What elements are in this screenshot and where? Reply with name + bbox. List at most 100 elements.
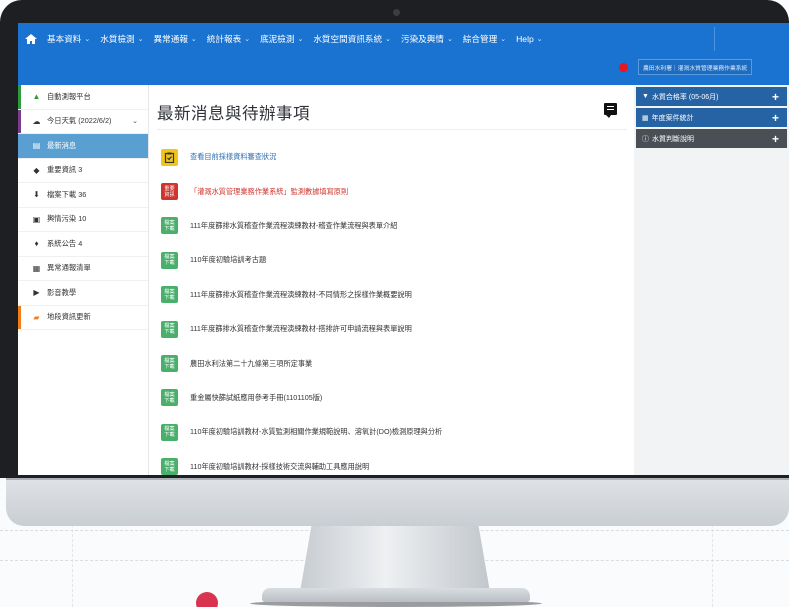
app-screen: 基本資料 ⌄ 水質檢測 ⌄ 異常通報 ⌄ 統計報表 ⌄ 底泥檢測 ⌄ 水質空間資訊系統 ⌄ …: [18, 23, 789, 475]
chevron-down-icon: ⌄: [297, 36, 304, 43]
sidebar-item-video[interactable]: ▶ 影音教學: [18, 281, 148, 306]
menu-help[interactable]: Help ⌄: [511, 34, 548, 44]
menu-basic-data[interactable]: 基本資料 ⌄: [42, 33, 95, 45]
news-link[interactable]: 查看目前採樣資料審查狀況: [190, 152, 276, 162]
news-item[interactable]: 重要 資訊 「灌溉水質管理業務作業系統」監測數據填寫原則: [161, 174, 631, 208]
download-badge: 檔案 下載: [161, 389, 178, 407]
org-badge[interactable]: 農田水利署｜灌溉水質管理業務作業系統: [638, 59, 753, 75]
menu-anomaly-report[interactable]: 異常通報 ⌄: [149, 33, 202, 45]
tag-icon: ◆: [33, 165, 40, 175]
news-list: 查看目前採樣資料審查狀況 重要 資訊 「灌溉水質管理業務作業系統」監測數據填寫原則…: [161, 140, 631, 475]
main-content: 最新消息與待辦事項 查看目前採樣資料審查狀況 重要 資訊 「灌溉水質管理業務作業系…: [149, 85, 634, 475]
news-item[interactable]: 檔案 下載 111年度篩排水質稽查作業流程演練教材-不同情形之採樣作業概要說明: [161, 278, 631, 312]
news-link[interactable]: 110年度初驗培訓教材-水質監測相關作業規範說明、溶氧計(DO)檢測原理與分析: [190, 427, 442, 437]
device-mockup: 基本資料 ⌄ 水質檢測 ⌄ 異常通報 ⌄ 統計報表 ⌄ 底泥檢測 ⌄ 水質空間資訊系統 ⌄ …: [0, 0, 789, 607]
download-badge: 檔案 下載: [161, 217, 178, 235]
download-badge: 檔案 下載: [161, 355, 178, 373]
monitor-stand: [300, 526, 490, 592]
sidebar-accent: [18, 305, 21, 329]
video-icon: ▶: [33, 288, 40, 298]
chin-divider: [6, 478, 789, 480]
camera-dot: [393, 9, 400, 16]
notification-dot[interactable]: [619, 63, 628, 72]
news-item[interactable]: 檔案 下載 111年度篩排水質稽查作業流程演練教材-搭排許可申請流程與表單說明: [161, 312, 631, 346]
sidebar-item-news[interactable]: ▤ 最新消息: [18, 134, 148, 159]
decorative-circle: [196, 592, 218, 607]
calendar-icon: ▦: [32, 263, 41, 273]
sidebar-item-downloads[interactable]: ⬇ 檔案下載 36: [18, 183, 148, 208]
top-navbar: 基本資料 ⌄ 水質檢測 ⌄ 異常通報 ⌄ 統計報表 ⌄ 底泥檢測 ⌄ 水質空間資訊系統 ⌄ …: [18, 23, 789, 85]
sidebar-item-public-opinion[interactable]: ▣ 輿情污染 10: [18, 208, 148, 232]
title-divider: [157, 129, 627, 130]
news-item[interactable]: 檔案 下載 農田水利法第二十九條第三項所定事業: [161, 346, 631, 380]
chevron-down-icon: ⌄: [137, 36, 144, 43]
plus-icon[interactable]: +: [772, 132, 779, 146]
menu-statistics[interactable]: 統計報表 ⌄: [202, 33, 255, 45]
chevron-down-icon: ⌄: [132, 118, 138, 126]
table-icon: ▦: [642, 114, 649, 122]
chevron-down-icon: ⌄: [446, 36, 453, 43]
main-menu: 基本資料 ⌄ 水質檢測 ⌄ 異常通報 ⌄ 統計報表 ⌄ 底泥檢測 ⌄ 水質空間資訊系統 ⌄ …: [18, 23, 548, 55]
download-badge: 檔案 下載: [161, 251, 178, 269]
news-item[interactable]: 檔案 下載 111年度篩排水質稽查作業流程演練教材-稽查作業流程與表單介紹: [161, 209, 631, 243]
info-icon: ⓘ: [642, 135, 649, 143]
sidebar-item-auto-monitoring[interactable]: ▲ 自動測報平台: [18, 85, 148, 110]
news-item[interactable]: 查看目前採樣資料審查狀況: [161, 140, 631, 174]
news-link[interactable]: 重金屬快篩試紙應用參考手冊(1101105版): [190, 393, 322, 403]
download-badge: 檔案 下載: [161, 286, 178, 304]
news-link[interactable]: 農田水利法第二十九條第三項所定事業: [190, 359, 312, 369]
menu-sediment-testing[interactable]: 底泥檢測 ⌄: [255, 33, 308, 45]
download-icon: ⬇: [33, 190, 40, 200]
chevron-down-icon: ⌄: [244, 36, 251, 43]
document-icon: ▣: [32, 214, 41, 224]
clipboard-icon: [161, 148, 178, 166]
panel-water-judgment[interactable]: ⓘ 水質判斷說明 +: [636, 129, 787, 148]
sidebar-accent: [18, 109, 21, 133]
right-panel: ▼ 水質合格率 (05-06月) + ▦ 年度案件統計 + ⓘ 水質判斷說明 +: [634, 85, 789, 475]
sidebar-item-anomaly-list[interactable]: ▦ 異常通報清單: [18, 257, 148, 281]
panel-annual-cases[interactable]: ▦ 年度案件統計 +: [636, 108, 787, 127]
menu-pollution[interactable]: 污染及輿情 ⌄: [396, 33, 458, 45]
news-link[interactable]: 「灌溉水質管理業務作業系統」監測數據填寫原則: [190, 187, 348, 197]
sidebar-item-weather[interactable]: ☁ 今日天氣 (2022/6/2) ⌄: [18, 109, 148, 134]
nav-divider: [714, 27, 715, 51]
news-link[interactable]: 111年度篩排水質稽查作業流程演練教材-搭排許可申請流程與表單說明: [190, 324, 412, 334]
news-link[interactable]: 110年度初驗培訓教材-採樣技術交流與輔助工具應用說明: [190, 462, 369, 472]
sidebar-item-land-update[interactable]: ▰ 地段資訊更新: [18, 305, 148, 330]
download-badge: 檔案 下載: [161, 423, 178, 441]
cloud-icon: ☁: [32, 116, 41, 126]
news-item[interactable]: 檔案 下載 110年度初驗培訓教材-採樣技術交流與輔助工具應用說明: [161, 450, 631, 475]
menu-management[interactable]: 綜合管理 ⌄: [458, 33, 511, 45]
monitor-chin: [6, 478, 789, 526]
sidebar-accent: [18, 85, 21, 109]
sidebar-item-important[interactable]: ◆ 重要資訊 3: [18, 159, 148, 183]
microphone-icon: ♦: [34, 239, 39, 249]
news-link[interactable]: 111年度篩排水質稽查作業流程演練教材-稽查作業流程與表單介紹: [190, 221, 397, 231]
news-link[interactable]: 110年度初驗培訓考古題: [190, 255, 266, 265]
download-badge: 檔案 下載: [161, 320, 178, 338]
filter-icon: ▼: [642, 93, 649, 100]
news-item[interactable]: 檔案 下載 110年度初驗培訓考古題: [161, 243, 631, 277]
plus-icon[interactable]: +: [772, 111, 779, 125]
panel-water-pass-rate[interactable]: ▼ 水質合格率 (05-06月) +: [636, 87, 787, 106]
inbox-icon: ▰: [33, 312, 40, 322]
chevron-down-icon: ⌄: [190, 36, 197, 43]
chevron-down-icon: ⌄: [536, 36, 543, 43]
news-link[interactable]: 111年度篩排水質稽查作業流程演練教材-不同情形之採樣作業概要說明: [190, 290, 412, 300]
message-icon[interactable]: [604, 103, 617, 118]
plus-icon[interactable]: +: [772, 90, 779, 104]
sidebar: ▲ 自動測報平台 ☁ 今日天氣 (2022/6/2) ⌄ ▤ 最新消息 ◆ 重要…: [18, 85, 149, 475]
menu-spatial-system[interactable]: 水質空間資訊系統 ⌄: [308, 33, 396, 45]
home-icon[interactable]: [24, 33, 38, 45]
message-icon: ▤: [32, 141, 41, 151]
sidebar-item-announcements[interactable]: ♦ 系統公告 4: [18, 232, 148, 257]
download-badge: 檔案 下載: [161, 458, 178, 475]
news-item[interactable]: 檔案 下載 重金屬快篩試紙應用參考手冊(1101105版): [161, 381, 631, 415]
news-item[interactable]: 檔案 下載 110年度初驗培訓教材-水質監測相關作業規範說明、溶氧計(DO)檢測原…: [161, 415, 631, 449]
chevron-down-icon: ⌄: [84, 36, 91, 43]
menu-water-testing[interactable]: 水質檢測 ⌄: [95, 33, 148, 45]
monitor-base: [262, 588, 530, 602]
chevron-down-icon: ⌄: [500, 36, 507, 43]
page-title: 最新消息與待辦事項: [157, 105, 310, 123]
chevron-down-icon: ⌄: [385, 36, 391, 43]
